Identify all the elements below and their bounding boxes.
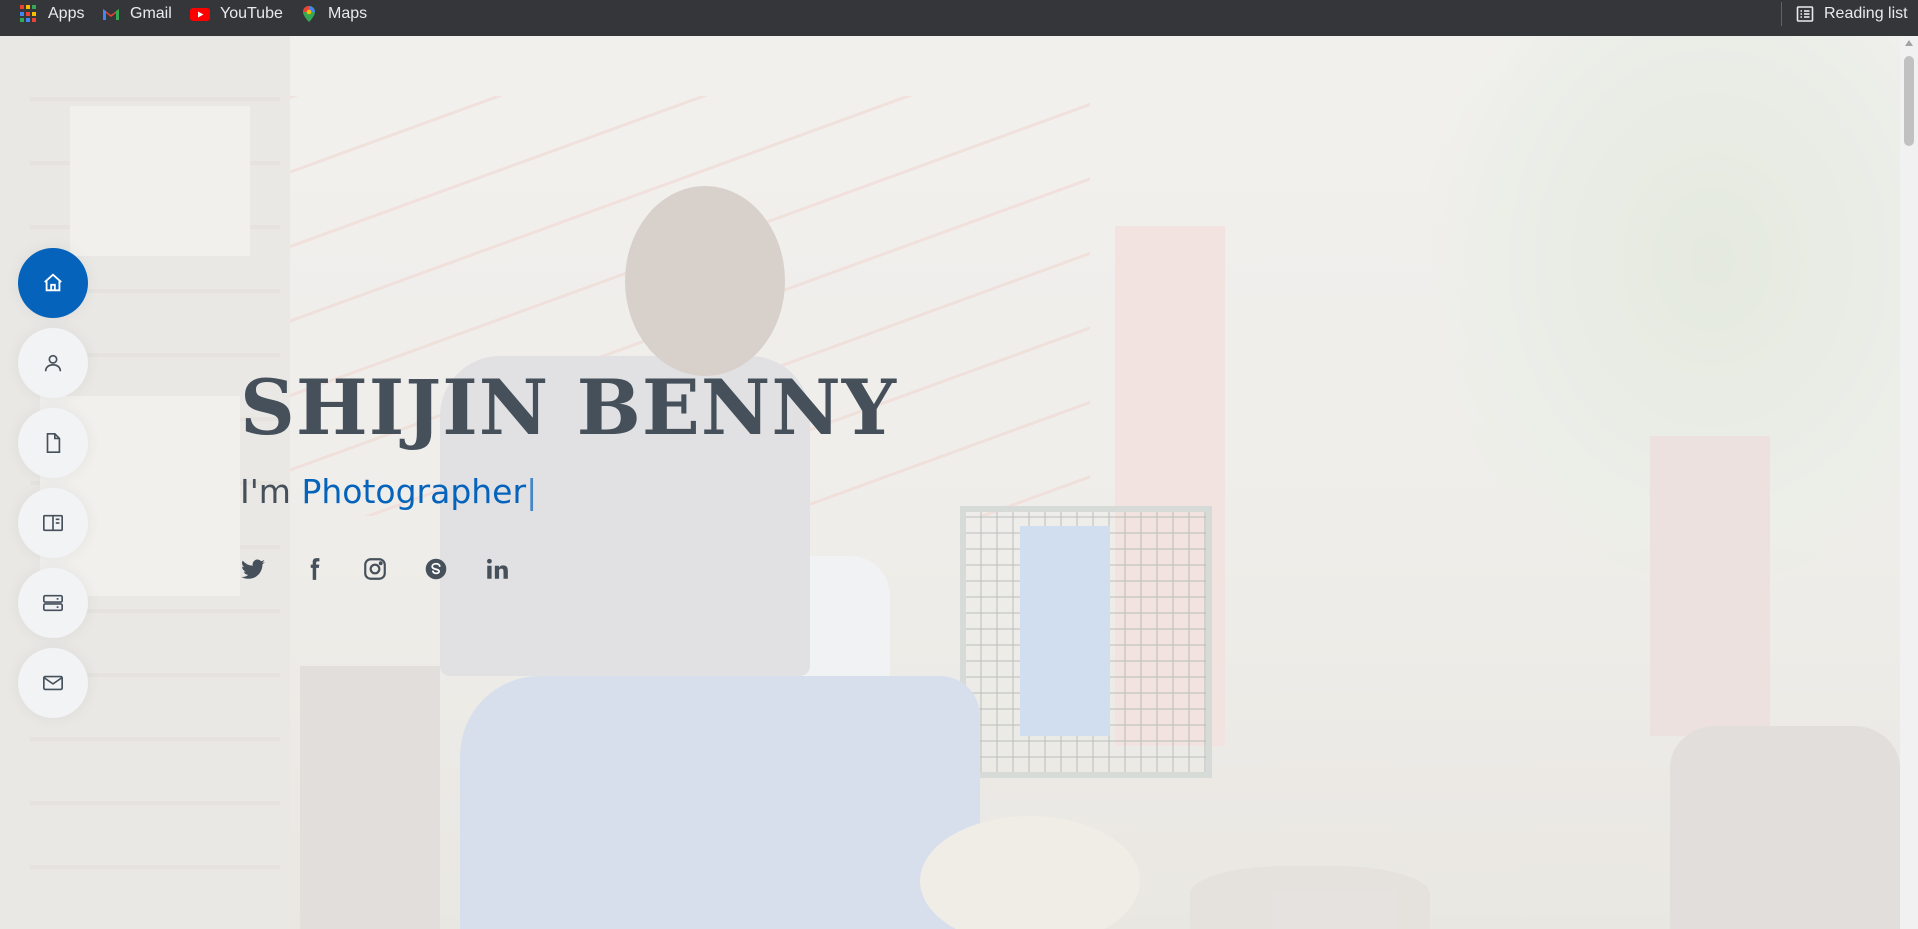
bookmark-apps[interactable]: Apps xyxy=(20,0,84,28)
nav-about[interactable] xyxy=(18,328,88,398)
reading-list-label: Reading list xyxy=(1824,5,1908,22)
gmail-icon xyxy=(102,5,120,23)
twitter-icon xyxy=(241,559,265,579)
bookmark-gmail[interactable]: Gmail xyxy=(102,0,172,28)
hero-name: SHIJIN BENNY xyxy=(240,363,898,452)
envelope-icon xyxy=(43,675,63,691)
bookmark-label: Apps xyxy=(48,5,85,22)
bookmarks-divider xyxy=(1781,2,1782,26)
linkedin-icon xyxy=(487,558,508,579)
skype-icon xyxy=(425,558,447,580)
nav-contact[interactable] xyxy=(18,648,88,718)
facebook-link[interactable] xyxy=(301,556,327,582)
hero-subtitle: I'm Photographer| xyxy=(240,472,537,511)
instagram-link[interactable] xyxy=(362,556,388,582)
bookmark-youtube[interactable]: YouTube xyxy=(190,0,283,28)
bookmark-label: YouTube xyxy=(220,5,283,22)
bookmarks-bar: Apps Gmail YouTube Maps Reading list xyxy=(0,0,1918,36)
bookmark-label: Maps xyxy=(328,5,368,22)
hero-subtitle-prefix: I'm xyxy=(240,472,291,511)
instagram-icon xyxy=(364,558,386,580)
file-icon xyxy=(46,433,61,453)
youtube-icon xyxy=(190,5,210,23)
bookmark-maps[interactable]: Maps xyxy=(300,0,367,28)
scroll-up-arrow-icon[interactable] xyxy=(1905,40,1913,46)
hero-typed-text: Photographer xyxy=(301,472,527,511)
linkedin-link[interactable] xyxy=(484,556,510,582)
home-icon xyxy=(44,273,62,292)
nav-resume[interactable] xyxy=(18,408,88,478)
person-icon xyxy=(44,354,62,372)
skype-link[interactable] xyxy=(423,556,449,582)
apps-grid-icon xyxy=(20,5,38,23)
maps-icon xyxy=(300,5,318,23)
reading-list-icon xyxy=(1796,5,1814,23)
nav-portfolio[interactable] xyxy=(18,488,88,558)
server-icon xyxy=(43,594,63,612)
reading-list-button[interactable]: Reading list xyxy=(1796,0,1908,28)
facebook-icon xyxy=(310,558,320,580)
bookmark-label: Gmail xyxy=(130,5,172,22)
page-scrollbar[interactable] xyxy=(1900,36,1918,929)
typing-cursor: | xyxy=(526,472,538,511)
scrollbar-thumb[interactable] xyxy=(1904,56,1914,146)
nav-services[interactable] xyxy=(18,568,88,638)
twitter-link[interactable] xyxy=(240,556,266,582)
book-icon xyxy=(43,514,63,532)
nav-home[interactable] xyxy=(18,248,88,318)
